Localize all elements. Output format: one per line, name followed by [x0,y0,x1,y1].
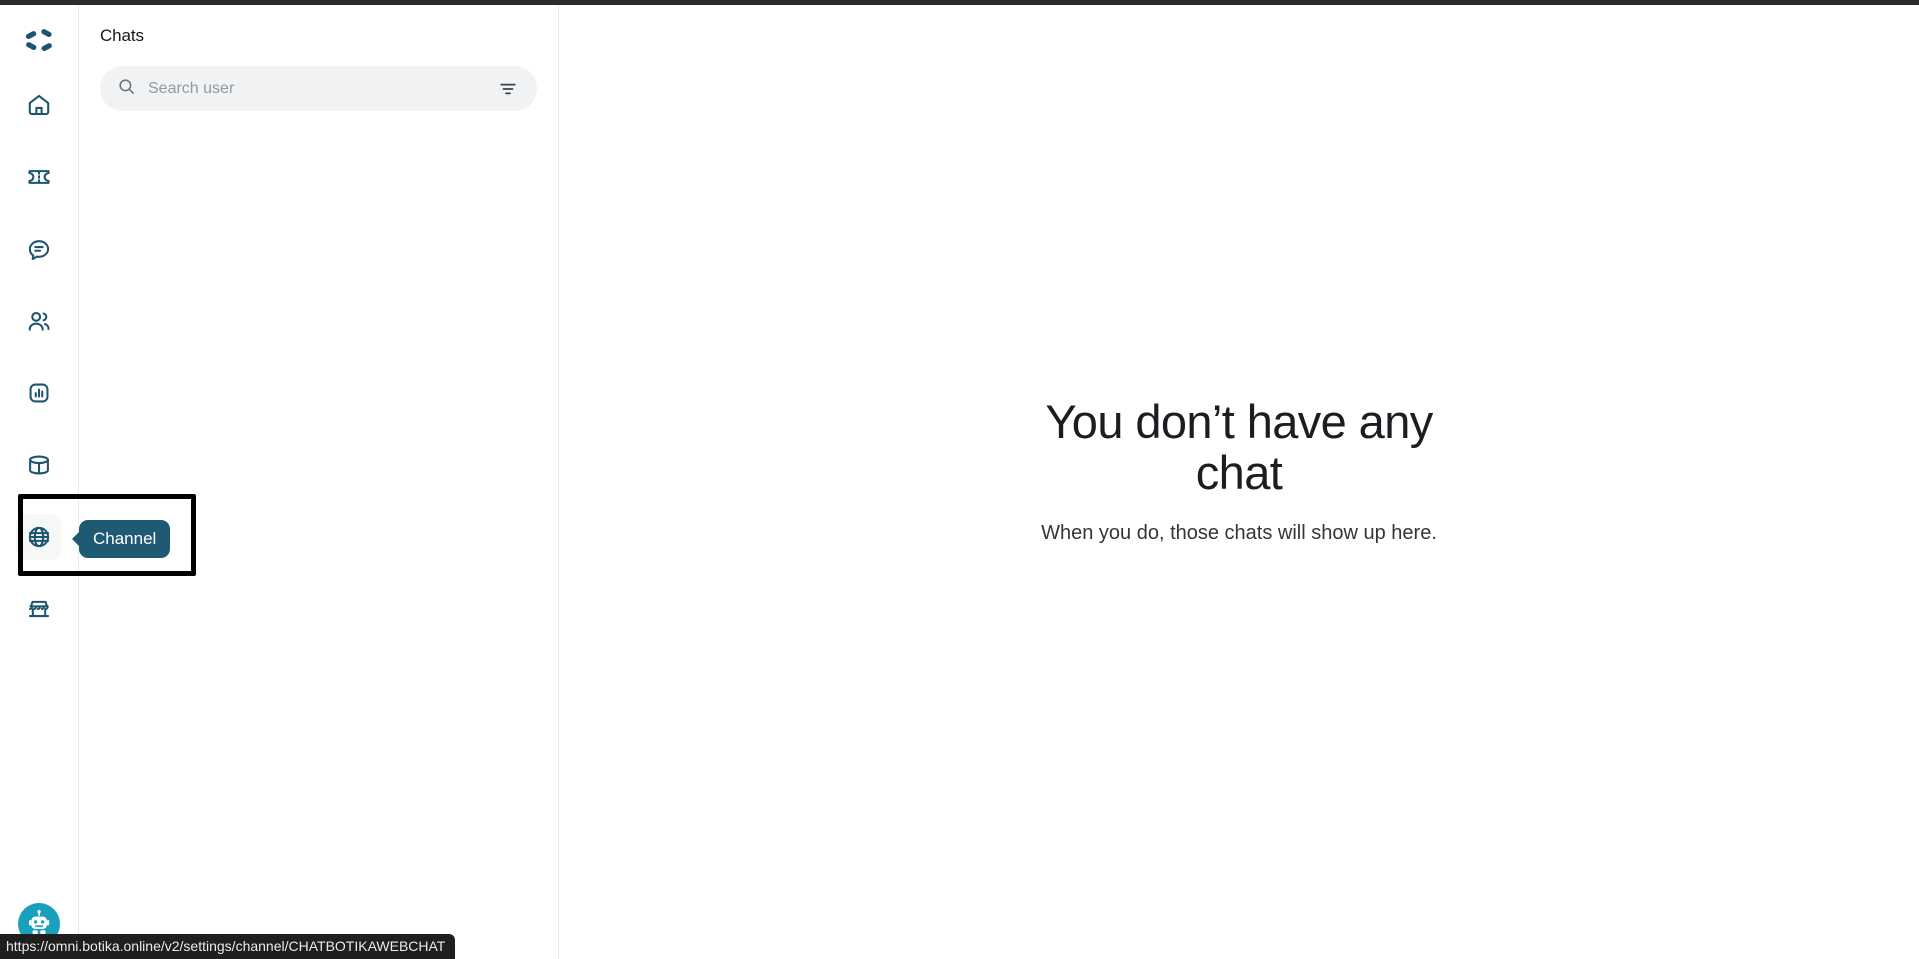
users-icon [26,308,52,334]
sidebar-item-home[interactable] [16,82,62,128]
sidebar-item-database[interactable] [16,442,62,488]
sidebar-nav: Channel [0,5,196,959]
sidebar-item-ticket[interactable] [16,154,62,200]
globe-icon [26,524,52,550]
empty-state-subtitle: When you do, those chats will show up he… [1041,521,1437,544]
app-root: Channel Chats Search user You don’t have… [0,0,1919,959]
storefront-icon [26,596,52,622]
search-icon [117,77,136,101]
chat-panel-title: Chats [100,26,144,45]
status-bar-url: https://omni.botika.online/v2/settings/c… [0,934,456,959]
ticket-icon [26,164,52,190]
sidebar-item-contacts[interactable] [16,298,62,344]
filter-icon[interactable] [497,78,519,100]
sidebar-item-store[interactable] [16,586,62,632]
empty-state-title: You don’t have any chat [1045,395,1433,499]
sidebar-item-list: Channel [0,82,196,632]
chat-list-panel: Chats [79,5,559,959]
botika-logo[interactable] [17,18,61,62]
database-icon [26,452,52,478]
home-icon [26,92,52,118]
search-bar[interactable] [100,66,537,111]
bar-chart-icon [26,380,52,406]
sidebar-item-analytics[interactable] [16,370,62,416]
sidebar-tooltip-channel: Channel [79,520,171,558]
search-input[interactable] [148,79,485,98]
main-content: You don’t have any chat When you do, tho… [559,5,1919,959]
chat-bubble-icon [26,236,52,262]
sidebar-item-chat[interactable] [16,226,62,272]
sidebar-item-channel[interactable]: Channel [16,494,196,576]
